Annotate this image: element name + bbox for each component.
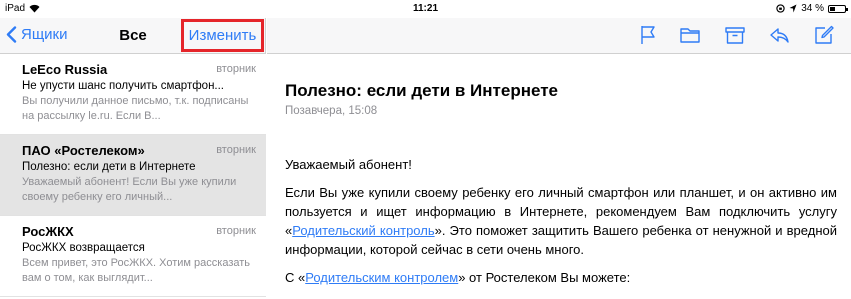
edit-button[interactable]: Изменить bbox=[181, 19, 264, 52]
message-preview: Уважаемый абонент! Если Вы уже купили св… bbox=[22, 176, 237, 203]
archive-button[interactable] bbox=[721, 23, 749, 47]
status-right: 34 % bbox=[776, 3, 848, 14]
message-date: вторник bbox=[216, 225, 256, 237]
message-subject: РосЖКХ возвращается bbox=[22, 242, 145, 254]
body-text: С « bbox=[285, 270, 306, 285]
message-toolbar bbox=[267, 18, 851, 54]
reply-icon bbox=[770, 28, 789, 43]
message-subject: Полезно: если дети в Интернете bbox=[22, 161, 196, 173]
parental-control-link[interactable]: Родительский контроль bbox=[292, 223, 434, 238]
message-view: Полезно: если дети в Интернете Позавчера… bbox=[267, 54, 851, 299]
move-folder-button[interactable] bbox=[676, 23, 704, 47]
compose-icon bbox=[815, 25, 834, 44]
archive-icon bbox=[725, 27, 745, 44]
message-preview: Вы получили данное письмо, т.к. подписан… bbox=[22, 95, 249, 122]
location-icon bbox=[789, 4, 797, 13]
battery-percent: 34 % bbox=[801, 3, 824, 14]
flag-button[interactable] bbox=[634, 23, 662, 47]
message-preview: Всем привет, это РосЖКХ. Хотим рассказат… bbox=[22, 257, 251, 284]
message-item-selected[interactable]: ПАО «Ростелеком» вторник Полезно: если д… bbox=[0, 135, 266, 216]
greeting: Уважаемый абонент! bbox=[285, 157, 412, 172]
message-date-header: Позавчера, 15:08 bbox=[285, 105, 378, 117]
message-item[interactable]: LeEco Russia вторник Не упусти шанс полу… bbox=[0, 54, 266, 135]
sidebar-nav-bar: Ящики Все Изменить bbox=[0, 18, 265, 54]
reply-button[interactable] bbox=[765, 23, 793, 47]
status-time: 11:21 bbox=[412, 3, 439, 14]
message-body: Уважаемый абонент! Если Вы уже купили св… bbox=[285, 155, 837, 296]
message-subject: Не упусти шанс получить смартфон... bbox=[22, 80, 225, 92]
message-title: Полезно: если дети в Интернете bbox=[285, 81, 558, 100]
message-list: LeEco Russia вторник Не упусти шанс полу… bbox=[0, 54, 266, 299]
message-date: вторник bbox=[216, 63, 256, 75]
compose-button[interactable] bbox=[810, 23, 838, 47]
battery-fill bbox=[830, 6, 835, 11]
message-item[interactable]: РосЖКХ вторник РосЖКХ возвращается Всем … bbox=[0, 216, 266, 297]
status-bar: iPad 11:21 34 % bbox=[0, 0, 851, 18]
parental-control-link[interactable]: Родительским контролем bbox=[305, 270, 458, 285]
battery-icon bbox=[828, 4, 848, 13]
message-date: вторник bbox=[216, 144, 256, 156]
back-button[interactable]: Ящики bbox=[6, 26, 68, 43]
back-label: Ящики bbox=[21, 26, 68, 43]
body-paragraph: С «Родительским контролем» от Ростелеком… bbox=[285, 268, 837, 287]
flag-icon bbox=[641, 26, 655, 44]
chevron-left-icon bbox=[6, 26, 17, 43]
folder-icon bbox=[680, 28, 700, 43]
mailbox-sidebar: Ящики Все Изменить LeEco Russia вторник … bbox=[0, 18, 266, 299]
rotation-lock-icon bbox=[776, 4, 785, 13]
body-text: » от Ростелеком Вы можете: bbox=[458, 270, 631, 285]
body-paragraph: Если Вы уже купили своему ребенку его ли… bbox=[285, 183, 837, 259]
